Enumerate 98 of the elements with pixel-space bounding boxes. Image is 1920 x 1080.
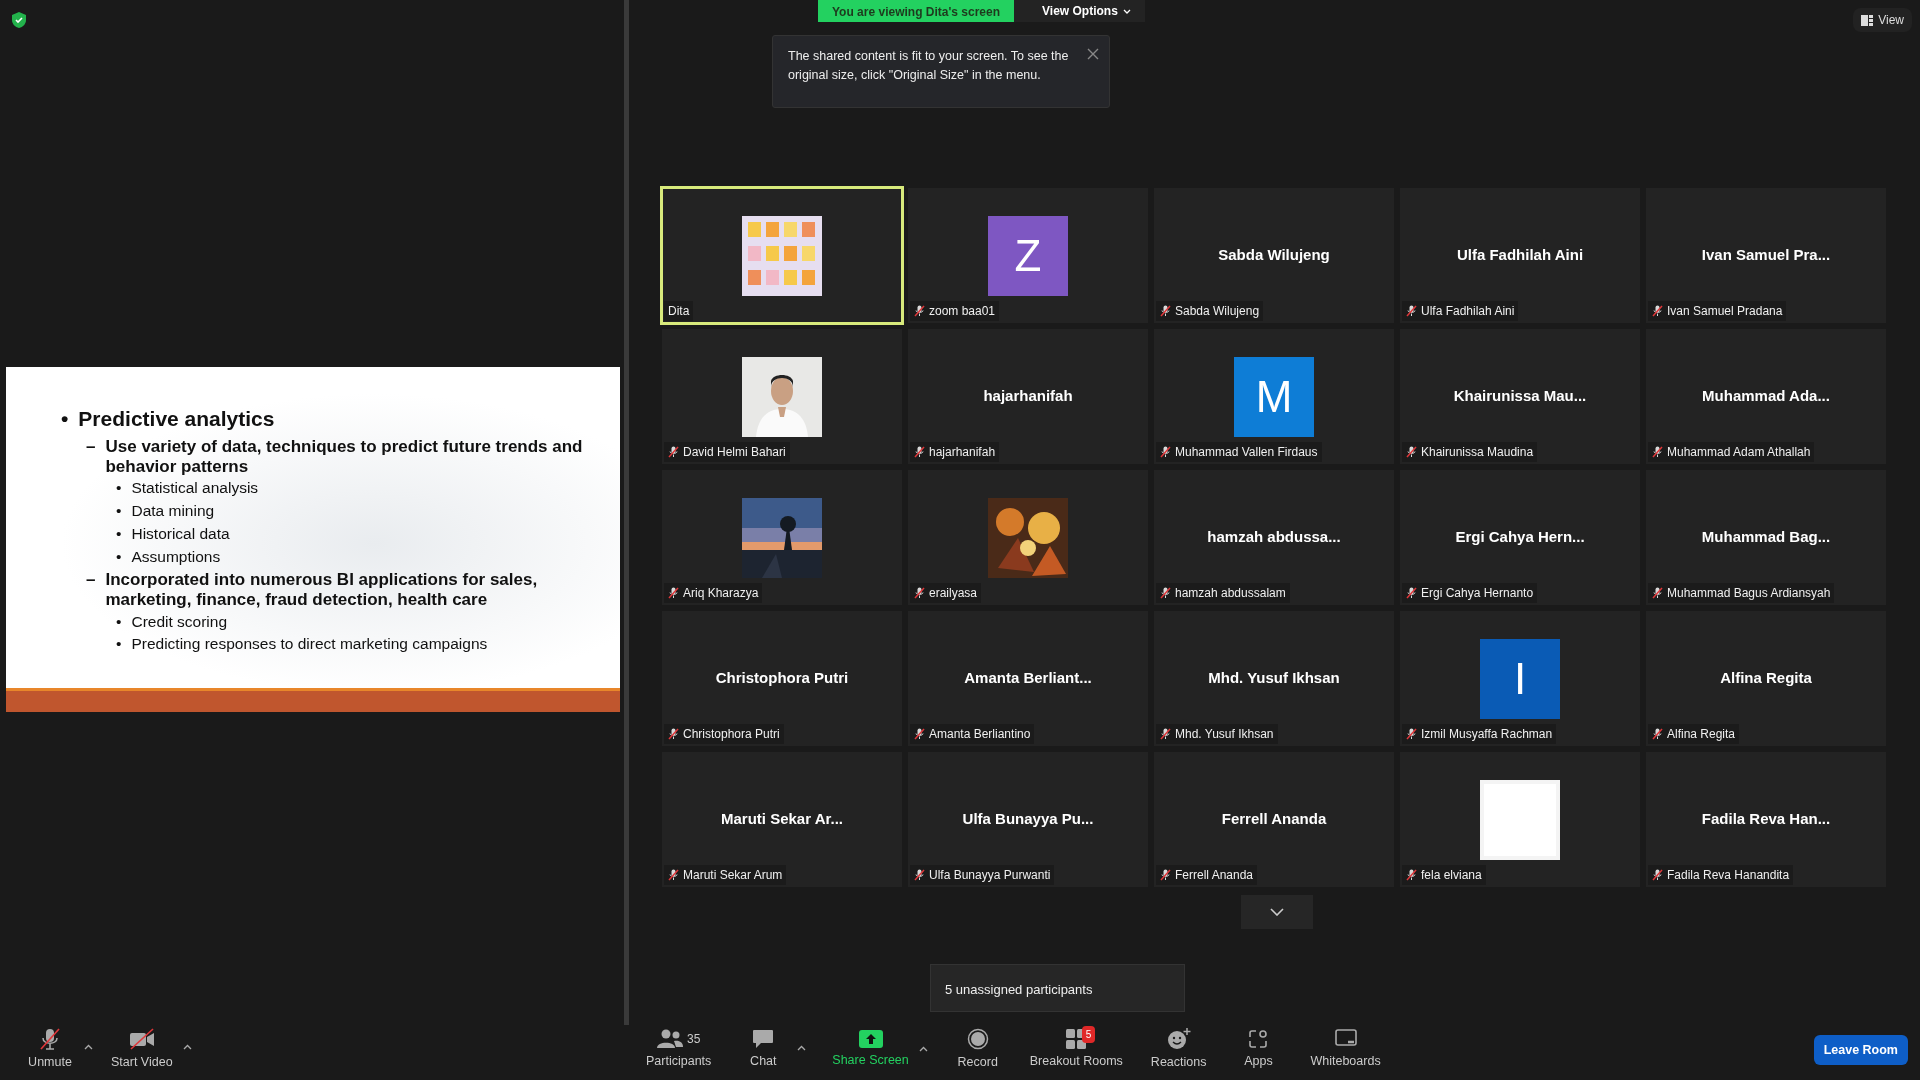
apps-icon — [1248, 1029, 1269, 1050]
toolbar-button[interactable]: 5 Breakout Rooms — [1023, 1027, 1129, 1073]
name-label: Khairunissa Maudina — [1402, 442, 1538, 462]
slide-text: Incorporated into numerous BI applications for sales, marketing, finance, fraud detection, health care — [105, 570, 539, 610]
slide-text: Statistical analysis — [131, 479, 259, 498]
toolbar-button[interactable]: Share Screen — [826, 1028, 915, 1072]
name-label: Muhammad Adam Athallah — [1648, 442, 1815, 462]
participant-name: Alfina Regita — [1720, 668, 1812, 689]
name-label: Izmil Musyaffa Rachman — [1402, 724, 1557, 744]
caret-icon — [918, 1045, 928, 1052]
tooltip-text: The shared content is fit to your screen. To see the original size, click "Original Size" in the menu. — [788, 49, 1069, 82]
view-button[interactable]: View — [1853, 8, 1912, 32]
reactions-icon — [1166, 1028, 1191, 1051]
bullet-marker: • — [116, 479, 122, 498]
name-label: David Helmi Bahari — [664, 442, 790, 462]
name-label: Ivan Samuel Pradana — [1648, 301, 1787, 321]
name-label: erailyasa — [910, 583, 982, 603]
name-label: Sabda Wilujeng — [1156, 301, 1264, 321]
video-off-icon — [128, 1028, 155, 1051]
participant-name: Ivan Samuel Pra... — [1701, 245, 1831, 266]
slide-text: Use variety of data, techniques to predict future trends and behavior patterns — [105, 437, 584, 477]
layout-icon — [1861, 14, 1874, 26]
bullet-marker: • — [116, 524, 122, 543]
participant-name: hamzah abdussa... — [1207, 527, 1341, 548]
participant-name: hajarhanifah — [983, 386, 1073, 407]
name-label: Amanta Berliantino — [910, 724, 1035, 744]
participant-name: Maruti Sekar Ar... — [721, 809, 843, 830]
slide-text: Assumptions — [131, 547, 221, 566]
slide-text: Credit scoring — [131, 612, 228, 631]
bullet-marker: • — [61, 407, 69, 432]
bullet-marker: • — [116, 635, 122, 654]
name-label: Dita — [664, 301, 694, 321]
record-icon — [966, 1028, 989, 1051]
participant-name: Muhammad Ada... — [1702, 386, 1830, 407]
avatar-initial: I — [1480, 638, 1560, 719]
bullet-marker: • — [116, 612, 122, 631]
participant-name: Christophora Putri — [715, 668, 849, 689]
name-label: Ulfa Bunayya Purwanti — [910, 865, 1055, 885]
notification-badge: 5 — [1081, 1026, 1096, 1044]
participant-name: Muhammad Bag... — [1701, 527, 1831, 548]
caret-icon — [84, 1043, 93, 1050]
name-label: Ergi Cahya Hernanto — [1402, 583, 1538, 603]
name-label: zoom baa01 — [910, 301, 1000, 321]
name-label: Muhammad Bagus Ardiansyah — [1648, 583, 1835, 603]
popup-text: 5 unassigned participants — [945, 982, 1093, 997]
toolbar-button[interactable]: Whiteboards — [1304, 1027, 1387, 1073]
share-screen-icon — [858, 1030, 883, 1049]
chevron-down-icon — [1270, 908, 1284, 916]
toolbar-button[interactable]: Apps — [1228, 1027, 1289, 1073]
view-options-button[interactable]: View Options — [1014, 0, 1145, 22]
participant-name: Fadila Reva Han... — [1701, 809, 1831, 830]
chat-icon — [752, 1029, 775, 1050]
slide-text: Predictive analytics — [78, 407, 275, 432]
participant-count: 35 — [686, 1031, 701, 1049]
bullet-marker: – — [86, 570, 96, 592]
participant-name: Ulfa Bunayya Pu... — [962, 809, 1094, 830]
name-label: Mhd. Yusuf Ikhsan — [1156, 724, 1278, 744]
participant-name: Ulfa Fadhilah Aini — [1456, 245, 1584, 266]
screen-share-banner: You are viewing Dita's screen — [818, 0, 1015, 22]
bullet-marker: • — [116, 502, 122, 520]
toolbar-button[interactable]: Record — [947, 1026, 1008, 1074]
close-icon — [1087, 47, 1099, 60]
name-label: Fadila Reva Hanandita — [1648, 865, 1794, 885]
name-label: Maruti Sekar Arum — [664, 865, 787, 885]
name-label: Alfina Regita — [1648, 724, 1740, 744]
bullet-marker: • — [116, 547, 122, 566]
participant-name: Sabda Wilujeng — [1218, 245, 1330, 266]
name-label: Christophora Putri — [664, 724, 784, 744]
caret-icon — [797, 1044, 807, 1051]
name-label: hajarhanifah — [910, 442, 1000, 462]
avatar-initial: Z — [988, 215, 1068, 296]
slide-text: Historical data — [131, 524, 230, 543]
toolbar-button[interactable]: Unmute — [20, 1026, 80, 1074]
leave-room-button[interactable]: Leave Room — [1813, 1034, 1908, 1066]
toolbar-button[interactable]: Start Video — [105, 1026, 179, 1074]
muted-mic-icon — [39, 1028, 61, 1051]
caret-icon — [1122, 8, 1131, 14]
participants-icon — [656, 1029, 683, 1050]
avatar-initial: M — [1234, 356, 1314, 437]
slide-text: Data mining — [131, 502, 215, 520]
toolbar-button[interactable]: Chat — [733, 1027, 794, 1073]
name-label: fela elviana — [1402, 865, 1486, 885]
participant-name: Ergi Cahya Hern... — [1455, 527, 1585, 548]
caret-icon — [182, 1043, 192, 1050]
participant-name: Mhd. Yusuf Ikhsan — [1208, 668, 1340, 689]
toolbar-button[interactable]: 35 Participants — [640, 1027, 718, 1073]
participant-name: Khairunissa Mau... — [1453, 386, 1587, 407]
name-label: Ariq Kharazya — [664, 583, 763, 603]
participant-name: Amanta Berliant... — [964, 668, 1092, 689]
name-label: Ulfa Fadhilah Aini — [1402, 301, 1519, 321]
bullet-marker: – — [86, 437, 96, 459]
name-label: Muhammad Vallen Firdaus — [1156, 442, 1322, 462]
toolbar-button[interactable]: Reactions — [1144, 1026, 1213, 1074]
name-label: Ferrell Ananda — [1156, 865, 1258, 885]
name-label: hamzah abdussalam — [1156, 583, 1290, 603]
slide-text: Predicting responses to direct marketing campaigns — [131, 635, 488, 654]
participant-name: Ferrell Ananda — [1221, 809, 1327, 830]
shield-icon[interactable] — [12, 12, 26, 28]
